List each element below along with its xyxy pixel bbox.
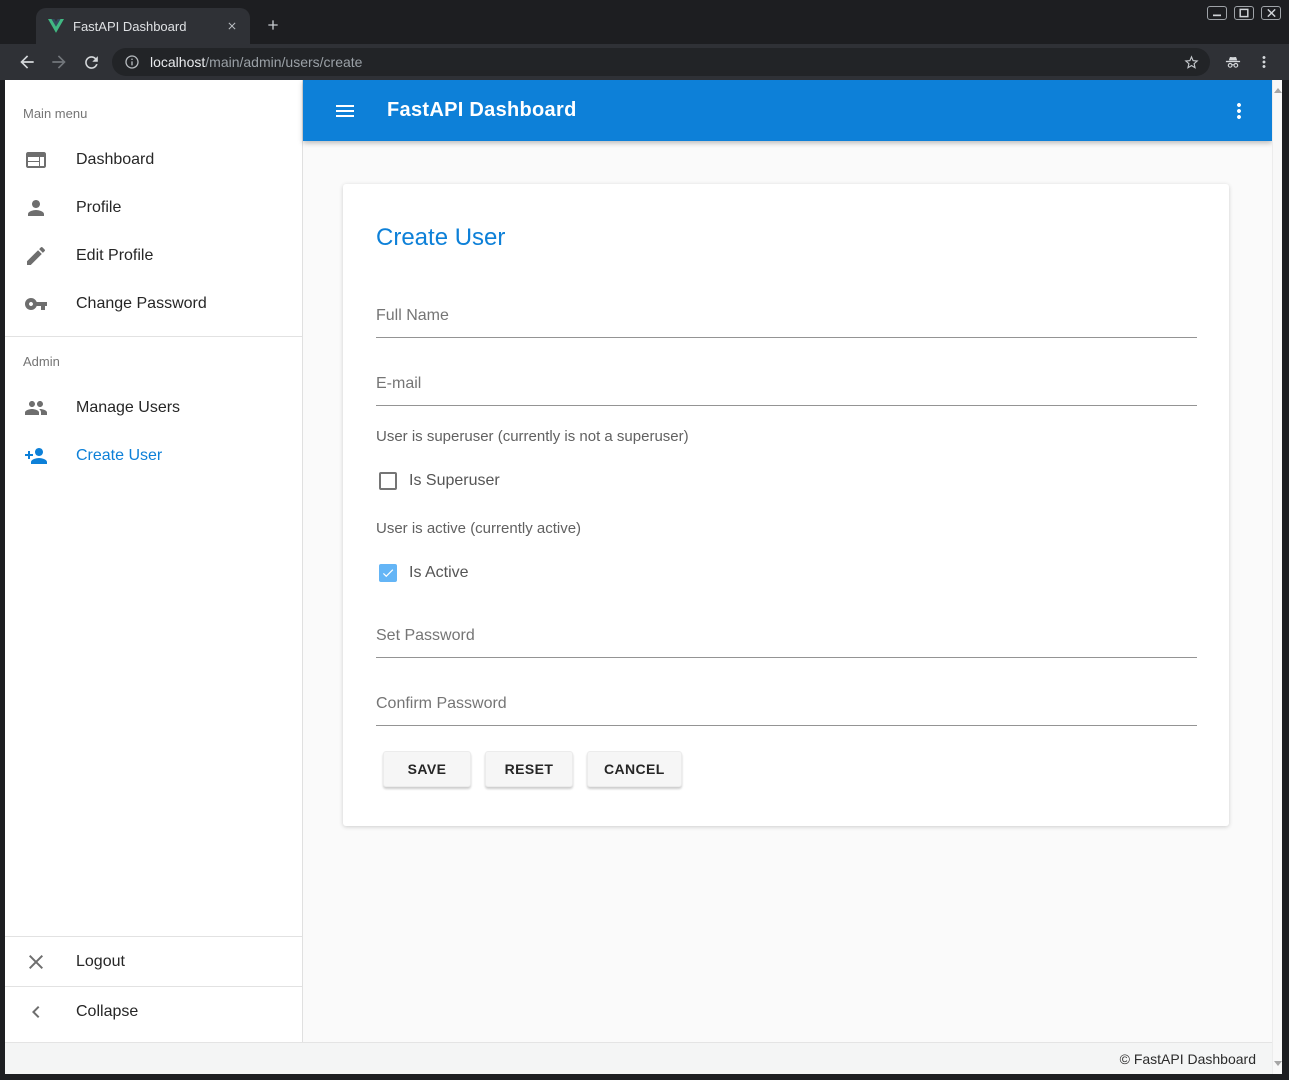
minimize-button[interactable] bbox=[1207, 6, 1227, 20]
sidebar-item-label: Create User bbox=[76, 447, 162, 465]
sidebar-item-collapse[interactable]: Collapse bbox=[5, 987, 302, 1036]
sidebar-item-label: Collapse bbox=[76, 1003, 138, 1021]
is-active-checkbox-row[interactable]: Is Active bbox=[379, 560, 469, 586]
scroll-up-arrow-icon[interactable] bbox=[1274, 88, 1282, 93]
tab-close-icon[interactable] bbox=[224, 18, 240, 34]
sidebar-item-dashboard[interactable]: Dashboard bbox=[5, 136, 302, 184]
browser-titlebar: FastAPI Dashboard bbox=[0, 0, 1289, 44]
site-info-icon[interactable] bbox=[124, 54, 140, 70]
sidebar-item-label: Dashboard bbox=[76, 151, 154, 169]
incognito-icon bbox=[1222, 51, 1244, 73]
is-superuser-checkbox[interactable] bbox=[379, 472, 397, 490]
tab-title: FastAPI Dashboard bbox=[73, 19, 224, 34]
sidebar-item-profile[interactable]: Profile bbox=[5, 184, 302, 232]
back-button[interactable] bbox=[16, 51, 38, 73]
forward-button[interactable] bbox=[48, 51, 70, 73]
is-active-label: Is Active bbox=[409, 564, 469, 582]
url-text: localhost/main/admin/users/create bbox=[150, 54, 1183, 70]
sidebar-item-edit-profile[interactable]: Edit Profile bbox=[5, 232, 302, 280]
maximize-button[interactable] bbox=[1234, 6, 1254, 20]
close-window-button[interactable] bbox=[1261, 6, 1281, 20]
sidebar-section-main-menu: Main menu bbox=[23, 106, 87, 121]
sidebar-item-label: Logout bbox=[76, 953, 125, 971]
reset-button[interactable]: RESET bbox=[485, 751, 573, 787]
person-add-icon bbox=[24, 444, 48, 468]
url-path: /main/admin/users/create bbox=[205, 54, 362, 70]
sidebar-item-label: Profile bbox=[76, 199, 121, 217]
pencil-icon bbox=[24, 244, 48, 268]
app-bar: FastAPI Dashboard bbox=[303, 80, 1272, 141]
sidebar-item-label: Edit Profile bbox=[76, 247, 153, 265]
page-title: Create User bbox=[376, 224, 505, 252]
reload-button[interactable] bbox=[80, 51, 102, 73]
sidebar-item-change-password[interactable]: Change Password bbox=[5, 280, 302, 328]
sidebar-item-create-user[interactable]: Create User bbox=[5, 432, 302, 480]
chevron-left-icon bbox=[24, 1000, 48, 1024]
url-host: localhost bbox=[150, 54, 205, 70]
active-hint: User is active (currently active) bbox=[376, 520, 581, 537]
new-tab-button[interactable] bbox=[262, 14, 284, 36]
app-menu-kebab-icon[interactable] bbox=[1227, 99, 1251, 123]
sidebar-divider bbox=[5, 336, 302, 337]
is-superuser-checkbox-row[interactable]: Is Superuser bbox=[379, 468, 500, 494]
bookmark-star-icon[interactable] bbox=[1183, 54, 1200, 71]
browser-menu-kebab-icon[interactable] bbox=[1253, 51, 1275, 73]
vue-favicon-icon bbox=[48, 19, 64, 33]
sidebar: Main menu Dashboard Profile Edit Profile bbox=[5, 80, 303, 1042]
cancel-button[interactable]: CANCEL bbox=[587, 751, 682, 787]
sidebar-item-label: Change Password bbox=[76, 295, 207, 313]
copyright-text: © FastAPI Dashboard bbox=[1120, 1051, 1256, 1067]
browser-window: FastAPI Dashboard bbox=[0, 0, 1289, 1080]
form-actions: SAVE RESET CANCEL bbox=[383, 751, 682, 787]
set-password-input[interactable] bbox=[376, 620, 1197, 658]
page-content: Main menu Dashboard Profile Edit Profile bbox=[5, 80, 1282, 1074]
hamburger-menu-icon[interactable] bbox=[333, 99, 357, 123]
save-button[interactable]: SAVE bbox=[383, 751, 471, 787]
is-superuser-label: Is Superuser bbox=[409, 472, 500, 490]
url-bar[interactable]: localhost/main/admin/users/create bbox=[112, 48, 1210, 76]
superuser-hint: User is superuser (currently is not a su… bbox=[376, 428, 689, 445]
scroll-down-arrow-icon[interactable] bbox=[1274, 1061, 1282, 1066]
page-scrollbar[interactable] bbox=[1272, 80, 1282, 1074]
close-icon bbox=[24, 950, 48, 974]
dashboard-icon bbox=[24, 148, 48, 172]
sidebar-item-logout[interactable]: Logout bbox=[5, 937, 302, 986]
sidebar-section-admin: Admin bbox=[23, 354, 60, 369]
key-icon bbox=[24, 292, 48, 316]
window-controls bbox=[1207, 6, 1281, 20]
sidebar-item-label: Manage Users bbox=[76, 399, 180, 417]
create-user-card: Create User User is superuser (currently… bbox=[343, 184, 1229, 826]
person-icon bbox=[24, 196, 48, 220]
app-title: FastAPI Dashboard bbox=[387, 99, 577, 122]
check-icon bbox=[381, 566, 395, 580]
confirm-password-input[interactable] bbox=[376, 688, 1197, 726]
sidebar-item-manage-users[interactable]: Manage Users bbox=[5, 384, 302, 432]
app-footer: © FastAPI Dashboard bbox=[5, 1042, 1272, 1074]
people-icon bbox=[24, 396, 48, 420]
is-active-checkbox[interactable] bbox=[379, 564, 397, 582]
email-input[interactable] bbox=[376, 368, 1197, 406]
browser-toolbar: localhost/main/admin/users/create bbox=[0, 44, 1289, 80]
full-name-input[interactable] bbox=[376, 300, 1197, 338]
browser-tab[interactable]: FastAPI Dashboard bbox=[36, 8, 250, 44]
